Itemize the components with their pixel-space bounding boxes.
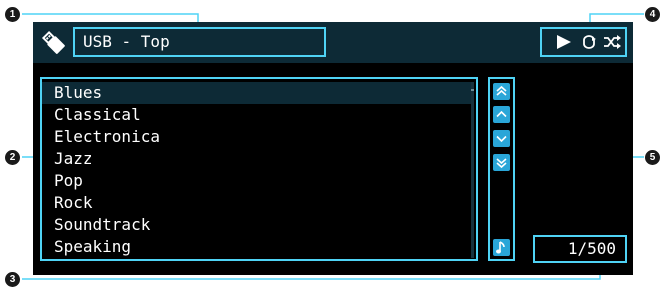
list-item[interactable]: Pop [42, 170, 473, 192]
line-down-icon [496, 135, 507, 143]
shuffle-icon [604, 35, 621, 49]
page-up-icon [496, 85, 507, 96]
genre-list: Blues Classical Electronica Jazz Pop Roc… [40, 77, 478, 261]
list-item[interactable]: Blues [42, 82, 473, 104]
list-item[interactable]: Electronica [42, 126, 473, 148]
repeat-icon [583, 35, 596, 49]
play-icon [557, 35, 571, 49]
list-item[interactable]: Jazz [42, 148, 473, 170]
callout-1: 1 [5, 7, 20, 22]
callout-3: 3 [5, 272, 20, 287]
line-up-icon [496, 110, 507, 118]
list-item[interactable]: Rock [42, 192, 473, 214]
playback-status [540, 27, 627, 57]
list-item[interactable]: Soundtrack [42, 214, 473, 236]
music-note-icon [496, 241, 505, 254]
scrollbar-track[interactable] [471, 82, 474, 258]
page-down-button[interactable] [493, 154, 510, 171]
music-button[interactable] [493, 239, 510, 256]
page-indicator: 1/500 [533, 235, 627, 263]
source-title: USB - Top [73, 27, 326, 57]
navigation-column [488, 77, 515, 261]
page-down-icon [496, 158, 507, 169]
scrollbar-thumb[interactable] [471, 89, 474, 91]
callout-4: 4 [645, 7, 660, 22]
list-item[interactable]: Speaking [42, 236, 473, 258]
display-screen: USB - Top Blues Classical Electronica Ja… [33, 22, 633, 275]
line-up-button[interactable] [493, 106, 510, 123]
page-up-button[interactable] [493, 83, 510, 100]
usb-icon [41, 30, 65, 54]
header-bar: USB - Top [33, 22, 633, 63]
callout-2: 2 [5, 150, 20, 165]
line-down-button[interactable] [493, 130, 510, 147]
list-item[interactable]: Classical [42, 104, 473, 126]
callout-5: 5 [645, 150, 660, 165]
